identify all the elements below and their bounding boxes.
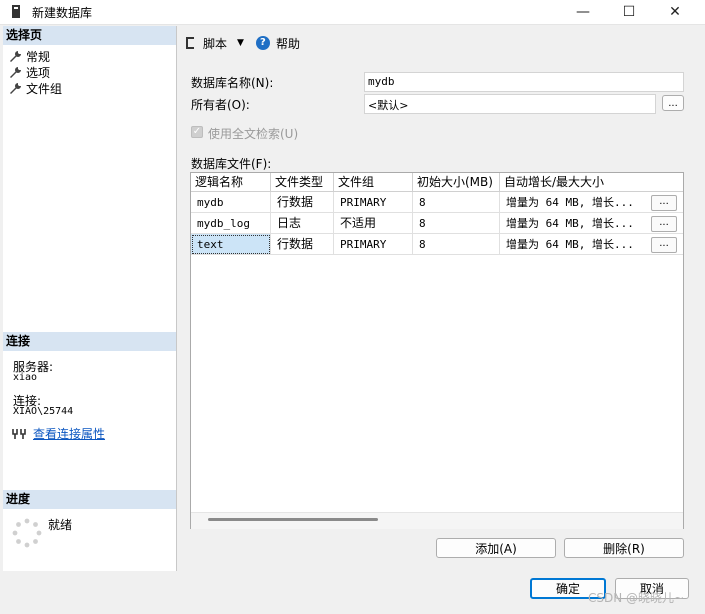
progress-header: 进度 [3, 490, 176, 509]
view-connection-properties-link[interactable]: 查看连接属性 [33, 425, 105, 442]
page-item-general[interactable]: 常规 [9, 48, 50, 64]
toolbar: 脚本 ▼ ? 帮助 [183, 33, 300, 53]
page-item-filegroups[interactable]: 文件组 [9, 80, 62, 96]
page-item-label: 文件组 [26, 81, 63, 96]
autogrowth-edit-button[interactable]: ... [651, 237, 677, 253]
cell-file-type[interactable]: 行数据 [271, 234, 334, 255]
connection-value: XIAO\25744 [13, 406, 74, 417]
wrench-icon [10, 50, 21, 62]
cell-logical-name[interactable]: mydb_log [191, 213, 271, 234]
maximize-button[interactable]: ☐ [606, 0, 652, 24]
cell-initial-size[interactable]: 8 [413, 192, 500, 213]
column-header[interactable]: 逻辑名称 [191, 173, 271, 192]
connection-header: 连接 [3, 332, 176, 351]
add-button[interactable]: 添加(A) [436, 538, 556, 558]
database-files-grid: 逻辑名称 文件类型 文件组 初始大小(MB) 自动增长/最大大小 mydb 行数… [190, 172, 684, 529]
autogrowth-edit-button[interactable]: ... [651, 195, 677, 211]
watermark: CSDN @晓晓儿~ [588, 591, 685, 605]
db-name-label: 数据库名称(N): [191, 76, 274, 90]
cell-initial-size[interactable]: 8 [413, 213, 500, 234]
server-value: xiao [13, 372, 38, 383]
cell-filegroup[interactable]: 不适用 [334, 213, 413, 234]
connection-properties-icon [12, 429, 26, 439]
select-page-header: 选择页 [3, 26, 176, 45]
wrench-icon [10, 66, 21, 78]
script-icon [186, 37, 194, 49]
remove-button[interactable]: 删除(R) [564, 538, 684, 558]
fulltext-checkbox[interactable]: ✓ [191, 126, 203, 138]
cell-file-type[interactable]: 行数据 [271, 192, 334, 213]
cell-filegroup[interactable]: PRIMARY [334, 234, 413, 255]
owner-browse-button[interactable]: ... [662, 95, 684, 111]
page-item-label: 常规 [26, 49, 51, 64]
cell-filegroup[interactable]: PRIMARY [334, 192, 413, 213]
minimize-button[interactable]: — [560, 0, 606, 24]
fulltext-label: 使用全文检索(U) [208, 127, 299, 141]
wrench-icon [10, 82, 21, 94]
column-header[interactable]: 文件类型 [271, 173, 334, 192]
column-header[interactable]: 初始大小(MB) [413, 173, 500, 192]
database-icon [12, 5, 20, 18]
autogrowth-edit-button[interactable]: ... [651, 216, 677, 232]
left-panel: 选择页 常规 选项 文件组 连接 服务器: xiao 连接: XIAO\2574… [3, 26, 177, 571]
page-item-options[interactable]: 选项 [9, 64, 50, 80]
help-icon: ? [255, 36, 270, 50]
scrollbar-thumb[interactable] [208, 518, 378, 521]
window-title: 新建数据库 [32, 6, 93, 20]
owner-label: 所有者(O): [191, 98, 250, 112]
help-button[interactable]: 帮助 [276, 35, 300, 52]
cell-logical-name[interactable]: mydb [191, 192, 271, 213]
db-files-label: 数据库文件(F): [191, 157, 272, 171]
cell-file-type[interactable]: 日志 [271, 213, 334, 234]
close-button[interactable]: ✕ [652, 0, 698, 24]
column-header[interactable]: 自动增长/最大大小 [500, 173, 683, 192]
db-name-input[interactable]: mydb [364, 72, 684, 92]
progress-status: 就绪 [48, 518, 73, 532]
owner-input[interactable]: <默认> [364, 94, 656, 114]
column-header[interactable]: 文件组 [334, 173, 413, 192]
cell-logical-name-selected[interactable]: text [191, 234, 271, 255]
script-dropdown-arrow-icon[interactable]: ▼ [237, 38, 244, 48]
script-button[interactable]: 脚本 [203, 35, 227, 52]
page-item-label: 选项 [26, 65, 51, 80]
progress-spinner-icon [12, 518, 42, 548]
cell-initial-size[interactable]: 8 [413, 234, 500, 255]
